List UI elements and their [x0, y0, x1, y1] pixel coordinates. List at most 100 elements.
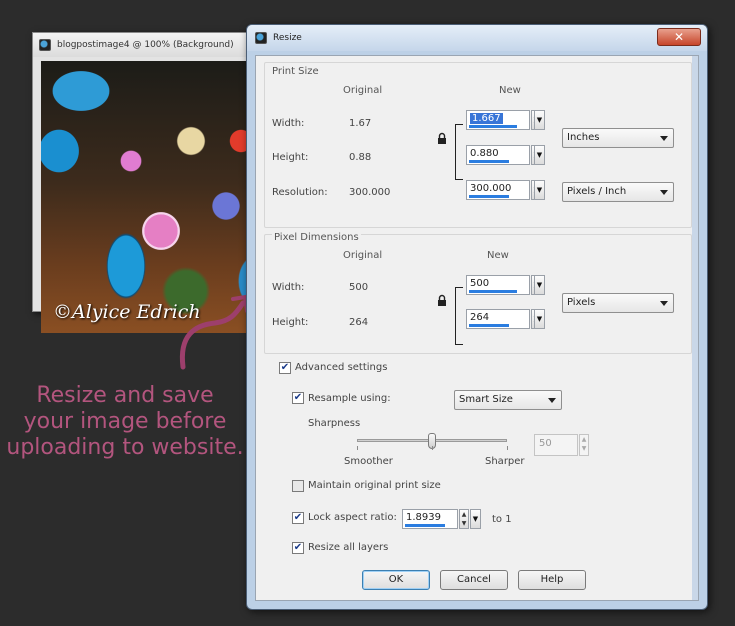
slider-tick — [357, 446, 358, 450]
resolution-input[interactable]: 300.000 — [466, 180, 530, 200]
pixel-width-dropdown[interactable]: ▼ — [534, 275, 545, 295]
image-window-titlebar[interactable]: blogpostimage4 @ 100% (Background) — [33, 33, 249, 57]
lock-icon[interactable] — [437, 294, 447, 307]
close-icon: ✕ — [673, 30, 685, 44]
sharpness-value: 50 — [539, 438, 552, 449]
lock-icon[interactable] — [437, 132, 447, 145]
pixel-width-original: 500 — [349, 282, 369, 293]
ok-button[interactable]: OK — [362, 570, 430, 590]
pixel-height-value: 264 — [470, 312, 490, 323]
resolution-original: 300.000 — [349, 187, 391, 198]
aspect-ratio-suffix: to 1 — [492, 514, 512, 525]
dropdown-arrow-icon: ▼ — [536, 315, 543, 323]
lock-aspect-checkbox[interactable]: ✔ — [292, 512, 304, 524]
print-height-label: Height: — [272, 152, 309, 163]
resample-method-value: Smart Size — [459, 394, 513, 405]
dropdown-arrow-icon: ▼ — [536, 116, 543, 124]
dropdown-arrow-icon — [660, 190, 668, 195]
spin-up-icon: ▲ — [581, 436, 587, 443]
check-icon: ✔ — [293, 392, 303, 403]
sharpness-value-input: 50 — [534, 434, 578, 456]
dropdown-arrow-icon — [660, 136, 668, 141]
sharpness-label: Sharpness — [308, 418, 361, 429]
aspect-ratio-bar — [405, 524, 445, 527]
sharpness-spinner: ▲ ▼ — [579, 434, 589, 456]
annotation-text: Resize and save your image before upload… — [0, 383, 250, 461]
resize-all-layers-checkbox[interactable]: ✔ — [292, 542, 304, 554]
image-window[interactable]: blogpostimage4 @ 100% (Background) ©Alyi… — [32, 32, 251, 333]
print-width-dropdown[interactable]: ▼ — [534, 110, 545, 130]
resample-checkbox[interactable]: ✔ — [292, 392, 304, 404]
dropdown-arrow-icon — [548, 398, 556, 403]
aspect-ratio-spinner[interactable]: ▲ ▼ — [459, 509, 469, 529]
print-height-bar — [469, 160, 509, 163]
spin-up-icon: ▲ — [461, 511, 467, 518]
aspect-ratio-input[interactable]: 1.8939 — [402, 509, 458, 529]
image-window-title: blogpostimage4 @ 100% (Background) — [57, 40, 234, 50]
print-height-input[interactable]: 0.880 — [466, 145, 530, 165]
pixel-units-value: Pixels — [567, 297, 596, 308]
dropdown-arrow-icon: ▼ — [536, 151, 543, 159]
dialog-titlebar[interactable]: Resize — [247, 25, 707, 51]
cancel-button[interactable]: Cancel — [440, 570, 508, 590]
print-units-value: Inches — [567, 132, 600, 143]
maintain-print-size-label: Maintain original print size — [308, 480, 441, 491]
print-height-original: 0.88 — [349, 152, 372, 163]
dropdown-arrow-icon: ▼ — [536, 186, 543, 194]
sharper-label: Sharper — [485, 456, 525, 467]
print-units-select[interactable]: Inches — [562, 128, 674, 148]
resolution-dropdown[interactable]: ▼ — [534, 180, 545, 200]
resize-dialog[interactable]: Resize ✕ Print Size Original New Width: … — [246, 24, 708, 610]
advanced-settings-checkbox[interactable]: ✔ — [279, 362, 291, 374]
link-bracket — [455, 287, 463, 345]
check-icon: ✔ — [293, 542, 303, 553]
print-width-input[interactable]: 1.667 — [466, 110, 530, 130]
pixel-height-bar — [469, 324, 509, 327]
slider-tick — [507, 446, 508, 450]
print-new-header: New — [499, 85, 521, 96]
resample-method-select[interactable]: Smart Size — [454, 390, 562, 410]
help-button[interactable]: Help — [518, 570, 586, 590]
pixel-height-label: Height: — [272, 317, 309, 328]
advanced-settings-label: Advanced settings — [295, 362, 388, 373]
smoother-label: Smoother — [344, 456, 393, 467]
maintain-print-size-checkbox[interactable]: ✔ — [292, 480, 304, 492]
annotation-line: uploading to website. — [6, 435, 244, 460]
pixel-width-input[interactable]: 500 — [466, 275, 530, 295]
print-height-value: 0.880 — [470, 148, 499, 159]
app-icon — [255, 32, 267, 44]
annotation-line: Resize and save — [36, 383, 214, 408]
check-icon: ✔ — [293, 512, 303, 523]
spin-down-icon: ▼ — [461, 520, 467, 527]
lock-aspect-label: Lock aspect ratio: — [308, 512, 397, 523]
resolution-value: 300.000 — [470, 183, 512, 194]
check-icon: ✔ — [280, 362, 290, 373]
dropdown-arrow-icon: ▼ — [472, 515, 479, 523]
aspect-ratio-value: 1.8939 — [406, 512, 441, 523]
print-size-label: Print Size — [272, 66, 319, 77]
spin-down-icon: ▼ — [581, 445, 587, 452]
dialog-edge — [692, 56, 698, 600]
pixel-width-value: 500 — [470, 278, 490, 289]
dialog-title: Resize — [273, 33, 302, 43]
check-icon: ✔ — [294, 480, 302, 491]
annotation-line: your image before — [23, 409, 227, 434]
dropdown-arrow-icon — [660, 301, 668, 306]
resolution-label: Resolution: — [272, 187, 328, 198]
pixel-height-input[interactable]: 264 — [466, 309, 530, 329]
dialog-body: Print Size Original New Width: 1.67 1.66… — [255, 55, 699, 601]
resolution-units-value: Pixels / Inch — [567, 186, 627, 197]
pixel-width-label: Width: — [272, 282, 305, 293]
close-button[interactable]: ✕ — [657, 28, 701, 46]
print-height-dropdown[interactable]: ▼ — [534, 145, 545, 165]
pixel-original-header: Original — [343, 250, 383, 261]
print-width-value: 1.667 — [470, 113, 503, 124]
pixel-height-dropdown[interactable]: ▼ — [534, 309, 545, 329]
resample-label: Resample using: — [308, 393, 391, 404]
aspect-ratio-dropdown[interactable]: ▼ — [470, 509, 481, 529]
resolution-units-select[interactable]: Pixels / Inch — [562, 182, 674, 202]
link-bracket — [455, 124, 463, 180]
print-width-bar — [469, 125, 517, 128]
pixel-units-select[interactable]: Pixels — [562, 293, 674, 313]
pixel-dimensions-label: Pixel Dimensions — [272, 232, 361, 243]
